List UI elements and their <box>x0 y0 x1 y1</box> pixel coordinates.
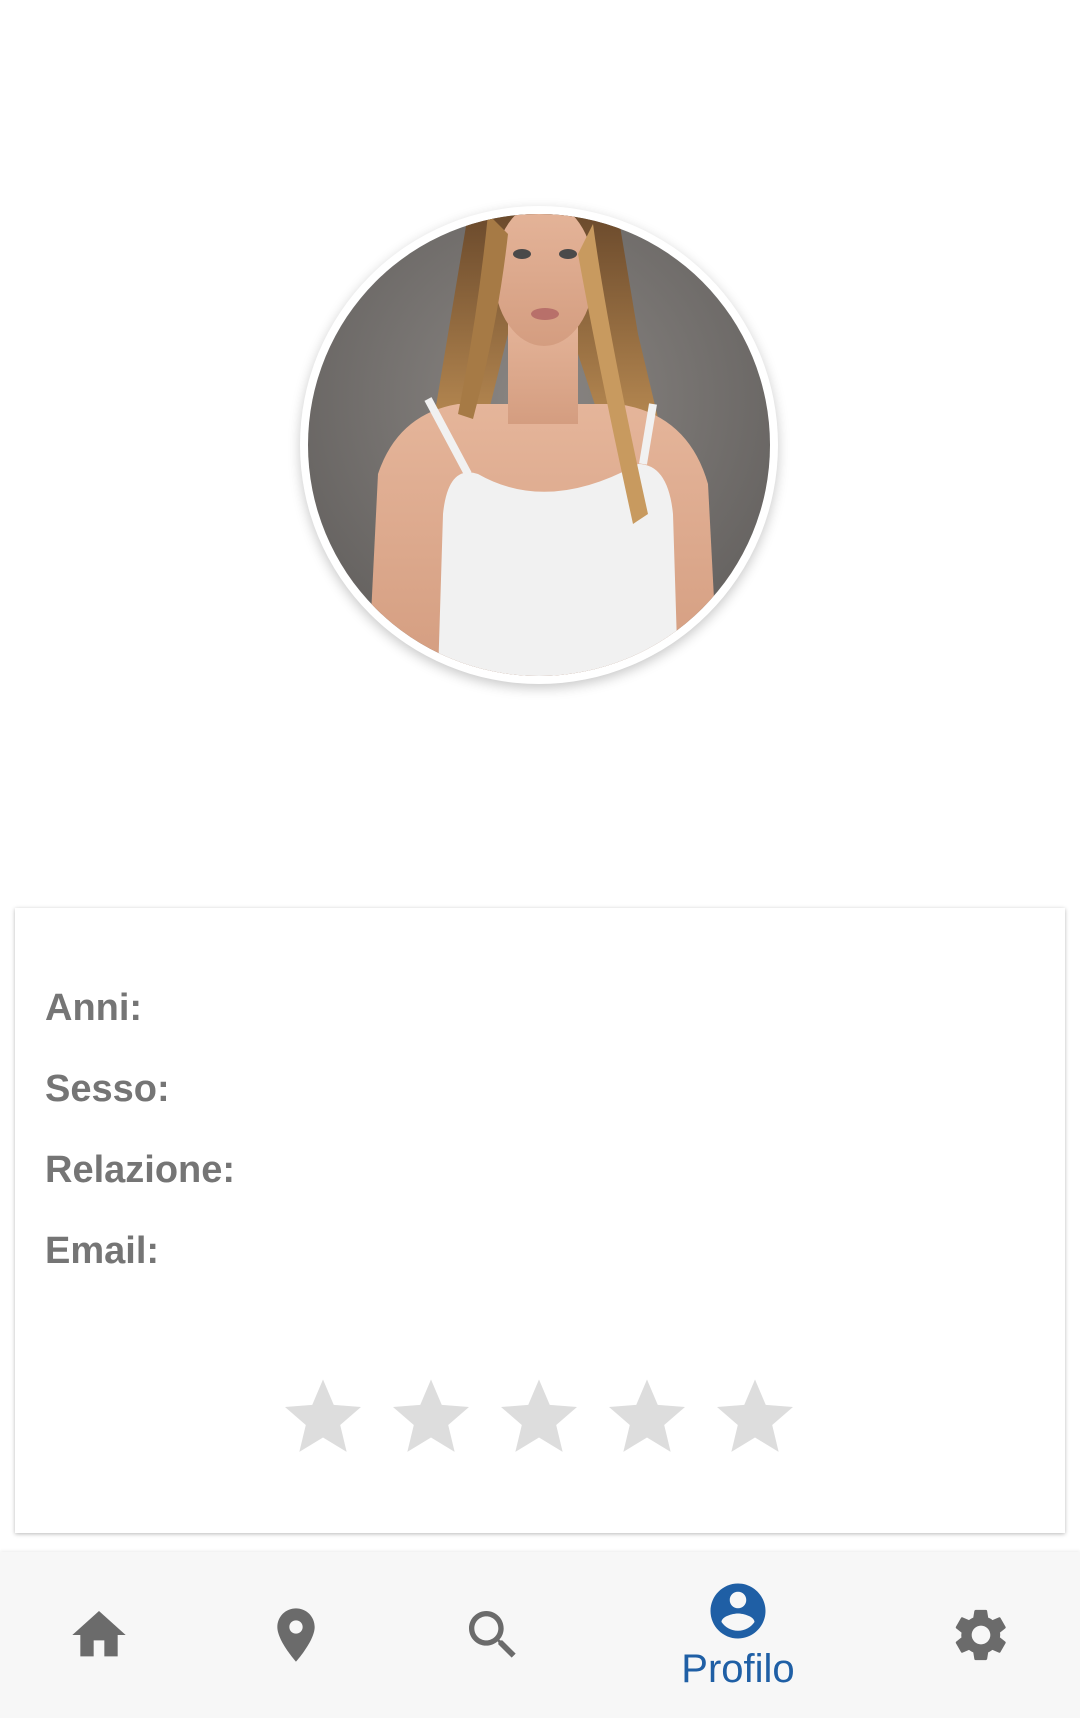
age-label: Anni: <box>45 987 143 1029</box>
rating-stars <box>278 1373 800 1459</box>
nav-home[interactable] <box>39 1552 159 1718</box>
bottom-navigation: Profilo <box>0 1552 1080 1718</box>
profile-avatar-frame <box>300 206 778 684</box>
search-icon <box>469 1611 516 1658</box>
relationship-label: Relazione: <box>45 1149 236 1191</box>
email-label: Email: <box>45 1230 160 1272</box>
profile-avatar[interactable] <box>308 214 770 676</box>
gear-icon <box>955 1609 1006 1661</box>
profile-photo <box>308 214 770 676</box>
star-icon[interactable] <box>710 1373 800 1459</box>
nav-profile-label: Profilo <box>681 1647 795 1691</box>
nav-search[interactable] <box>433 1552 553 1718</box>
star-icon[interactable] <box>386 1373 476 1459</box>
account-circle-icon <box>710 1583 766 1639</box>
star-icon[interactable] <box>278 1373 368 1459</box>
profile-info-card: Anni: Sesso: Relazione: Email: <box>15 908 1065 1533</box>
location-pin-icon <box>277 1608 315 1662</box>
nav-map[interactable] <box>236 1552 356 1718</box>
nav-settings[interactable] <box>921 1552 1041 1718</box>
gender-label: Sesso: <box>45 1068 170 1110</box>
profile-screen: Anni: Sesso: Relazione: Email: Profilo <box>0 0 1080 1718</box>
home-icon <box>72 1611 126 1657</box>
nav-profile[interactable]: Profilo <box>648 1552 828 1718</box>
star-icon[interactable] <box>494 1373 584 1459</box>
star-icon[interactable] <box>602 1373 692 1459</box>
